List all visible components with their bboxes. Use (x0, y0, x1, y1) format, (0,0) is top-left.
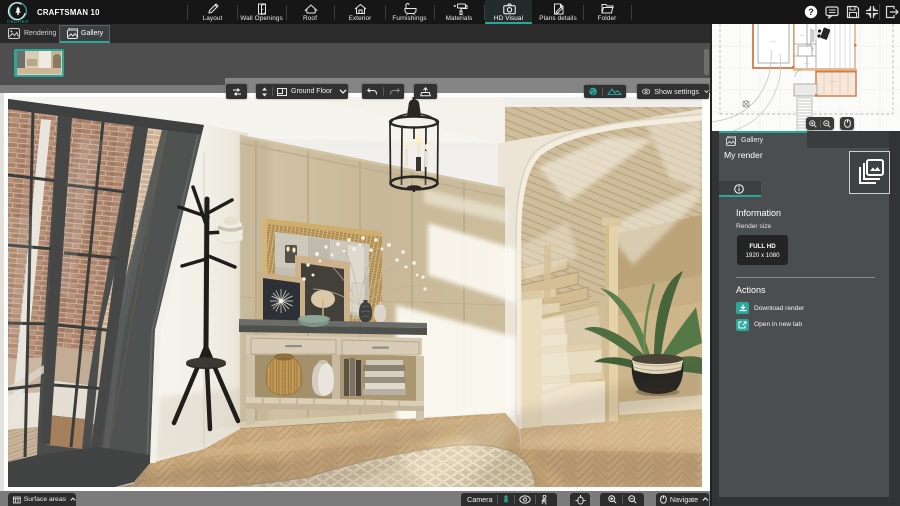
svg-text:?: ? (808, 7, 814, 17)
svg-text:4.2 m: 4.2 m (772, 63, 778, 65)
svg-text:Hall: Hall (800, 35, 804, 37)
svg-text:Living: Living (770, 41, 776, 43)
svg-text:Kitchen: Kitchen (830, 80, 838, 83)
